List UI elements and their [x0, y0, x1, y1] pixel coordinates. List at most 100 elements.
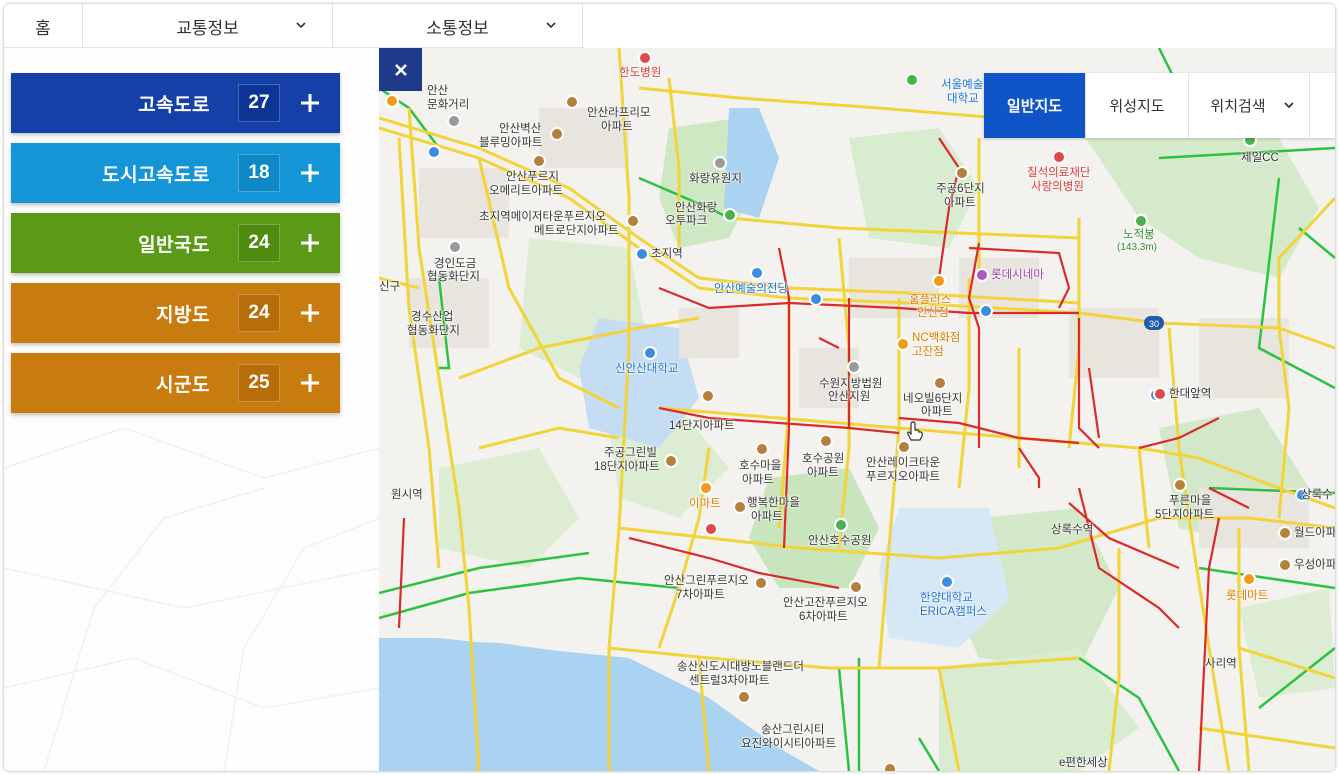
park-marker-icon[interactable] — [723, 208, 737, 222]
map-label[interactable]: 초지역메이저타운푸르지오 — [479, 210, 606, 224]
hospital-marker-icon[interactable] — [638, 51, 652, 65]
shopping-marker-icon[interactable] — [932, 274, 946, 288]
map-label[interactable]: 초지역 — [651, 247, 683, 261]
traffic-map[interactable]: 30 일반지도 위성지도 위치검색 한도병원 안산 문화거리 안산라프리모 아파… — [379, 48, 1335, 771]
apartment-marker-icon[interactable] — [883, 762, 897, 771]
camera-marker-icon[interactable] — [713, 156, 727, 170]
map-label[interactable]: 5단지아파트 — [1155, 508, 1214, 522]
map-label[interactable]: 오메리트아파트 — [489, 184, 563, 198]
map-label[interactable]: 18단지아파트 — [594, 460, 660, 474]
map-label[interactable]: 대학교 — [947, 92, 979, 106]
map-label[interactable]: 우성아파트 — [1294, 558, 1335, 572]
apartment-marker-icon[interactable] — [755, 442, 769, 456]
map-label[interactable]: 문화거리 — [427, 98, 469, 112]
marker-icon[interactable] — [447, 114, 461, 128]
map-label[interactable]: 안산라프리모 — [587, 106, 650, 120]
map-label[interactable]: 6차아파트 — [799, 610, 848, 624]
apartment-marker-icon[interactable] — [754, 576, 768, 590]
map-label[interactable]: 센트럴3차아파트 — [689, 674, 769, 688]
map-label[interactable]: 안산호수공원 — [808, 534, 871, 548]
nav-home[interactable]: 홈 — [4, 4, 83, 48]
map-label[interactable]: 협동화단지 — [407, 324, 460, 338]
nav-communication-info[interactable]: 소통정보 — [333, 4, 583, 48]
map-label[interactable]: 안산푸르지 — [506, 170, 559, 184]
school-marker-icon[interactable] — [643, 346, 657, 360]
map-label[interactable]: 안산지원 — [828, 390, 870, 404]
map-label[interactable]: 호수공원 — [802, 452, 844, 466]
map-label[interactable]: 주공그린빌 — [604, 446, 657, 460]
map-label[interactable]: 제일CC — [1241, 151, 1279, 165]
map-label[interactable]: e편한세상 — [1059, 756, 1108, 770]
map-label[interactable]: 칠석의료재단 — [1027, 166, 1090, 180]
map-label[interactable]: 롯데마트 — [1226, 589, 1268, 603]
map-label[interactable]: 안산화랑 — [675, 201, 717, 215]
apartment-marker-icon[interactable] — [733, 500, 747, 514]
map-label[interactable]: 월드아파트 — [1294, 526, 1335, 540]
apartment-marker-icon[interactable] — [897, 440, 911, 454]
apartment-marker-icon[interactable] — [664, 454, 678, 468]
map-label[interactable]: 아파트 — [742, 473, 774, 487]
shopping-marker-icon[interactable] — [1242, 572, 1256, 586]
map-label[interactable]: 사랑의병원 — [1031, 180, 1084, 194]
map-label[interactable]: 7차아파트 — [676, 588, 725, 602]
apartment-marker-icon[interactable] — [1278, 526, 1292, 540]
map-label[interactable]: 롯데시네마 — [991, 268, 1044, 282]
map-label[interactable]: 이마트 — [689, 497, 721, 511]
shopping-marker-icon[interactable] — [699, 481, 713, 495]
building-marker-icon[interactable] — [385, 94, 399, 108]
plus-icon[interactable] — [298, 91, 322, 115]
park-marker-icon[interactable] — [834, 518, 848, 532]
map-label[interactable]: 푸르지오아파트 — [866, 470, 940, 484]
hospital-marker-icon[interactable] — [704, 522, 718, 536]
map-label[interactable]: 안산예술의전당 — [714, 282, 788, 296]
map-label[interactable]: 블루밍아파트 — [479, 136, 542, 150]
apartment-marker-icon[interactable] — [701, 389, 715, 403]
apartment-marker-icon[interactable] — [1173, 478, 1187, 492]
map-label[interactable]: 푸른마을 — [1169, 494, 1211, 508]
map-label[interactable]: 아파트 — [807, 466, 839, 480]
map-label[interactable]: ERICA캠퍼스 — [920, 605, 987, 619]
map-label[interactable]: 안산레이크타운 — [866, 456, 940, 470]
map-label[interactable]: 노적봉 — [1123, 228, 1155, 242]
map-label[interactable]: NC백화점 — [912, 331, 960, 345]
satellite-map-button[interactable]: 위성지도 — [1086, 73, 1189, 138]
map-label[interactable]: 송산그린시티 — [761, 723, 824, 737]
map-label[interactable]: 홈플러스 — [909, 293, 951, 307]
map-label[interactable]: 네오빌6단지 — [903, 392, 962, 406]
map-label[interactable]: 신안산대학교 — [615, 362, 678, 376]
map-label[interactable]: 신구 — [379, 280, 400, 294]
map-label[interactable]: 서울예술 — [941, 78, 983, 92]
school-marker-icon[interactable] — [940, 575, 954, 589]
apartment-marker-icon[interactable] — [849, 580, 863, 594]
map-canvas[interactable]: 30 — [379, 48, 1335, 771]
map-label[interactable]: 14단지아파트 — [669, 419, 735, 433]
map-label[interactable]: 아파트 — [921, 405, 953, 419]
map-label[interactable]: 화랑유원지 — [689, 172, 742, 186]
map-label[interactable]: 안산고잔푸르지오 — [783, 596, 868, 610]
nav-traffic-info[interactable]: 교통정보 — [83, 4, 333, 48]
map-label[interactable]: 안산 — [427, 84, 448, 98]
apartment-marker-icon[interactable] — [532, 154, 546, 168]
map-label[interactable]: 아파트 — [751, 510, 783, 524]
hospital-marker-icon[interactable] — [1052, 150, 1066, 164]
map-label[interactable]: 아파트 — [601, 120, 633, 134]
apartment-marker-icon[interactable] — [626, 214, 640, 228]
road-type-city-road[interactable]: 시군도 25 — [11, 353, 340, 413]
hospital-marker-icon[interactable] — [1153, 387, 1167, 401]
shopping-marker-icon[interactable] — [896, 337, 910, 351]
road-type-national-road[interactable]: 일반국도 24 — [11, 213, 340, 273]
map-label[interactable]: 행복한마을 — [747, 496, 800, 510]
map-label[interactable]: 오투파크 — [665, 214, 707, 228]
map-label[interactable]: 호수마을 — [739, 459, 781, 473]
apartment-marker-icon[interactable] — [819, 434, 833, 448]
park-marker-icon[interactable] — [905, 73, 919, 87]
map-label[interactable]: 수원지방법원 — [819, 377, 882, 391]
map-label[interactable]: 송산신도시대방노블랜드더 — [677, 660, 804, 674]
map-label[interactable]: 경인도금 — [434, 257, 476, 271]
map-label[interactable]: 안산그린푸르지오 — [664, 574, 749, 588]
map-label[interactable]: 상록수 — [1301, 488, 1333, 502]
map-label[interactable]: 협동화단지 — [427, 270, 480, 284]
map-label[interactable]: 상록수역 — [1051, 523, 1093, 537]
map-label[interactable]: 요진와이시티아파트 — [741, 737, 836, 751]
road-type-urban-expressway[interactable]: 도시고속도로 18 — [11, 143, 340, 203]
